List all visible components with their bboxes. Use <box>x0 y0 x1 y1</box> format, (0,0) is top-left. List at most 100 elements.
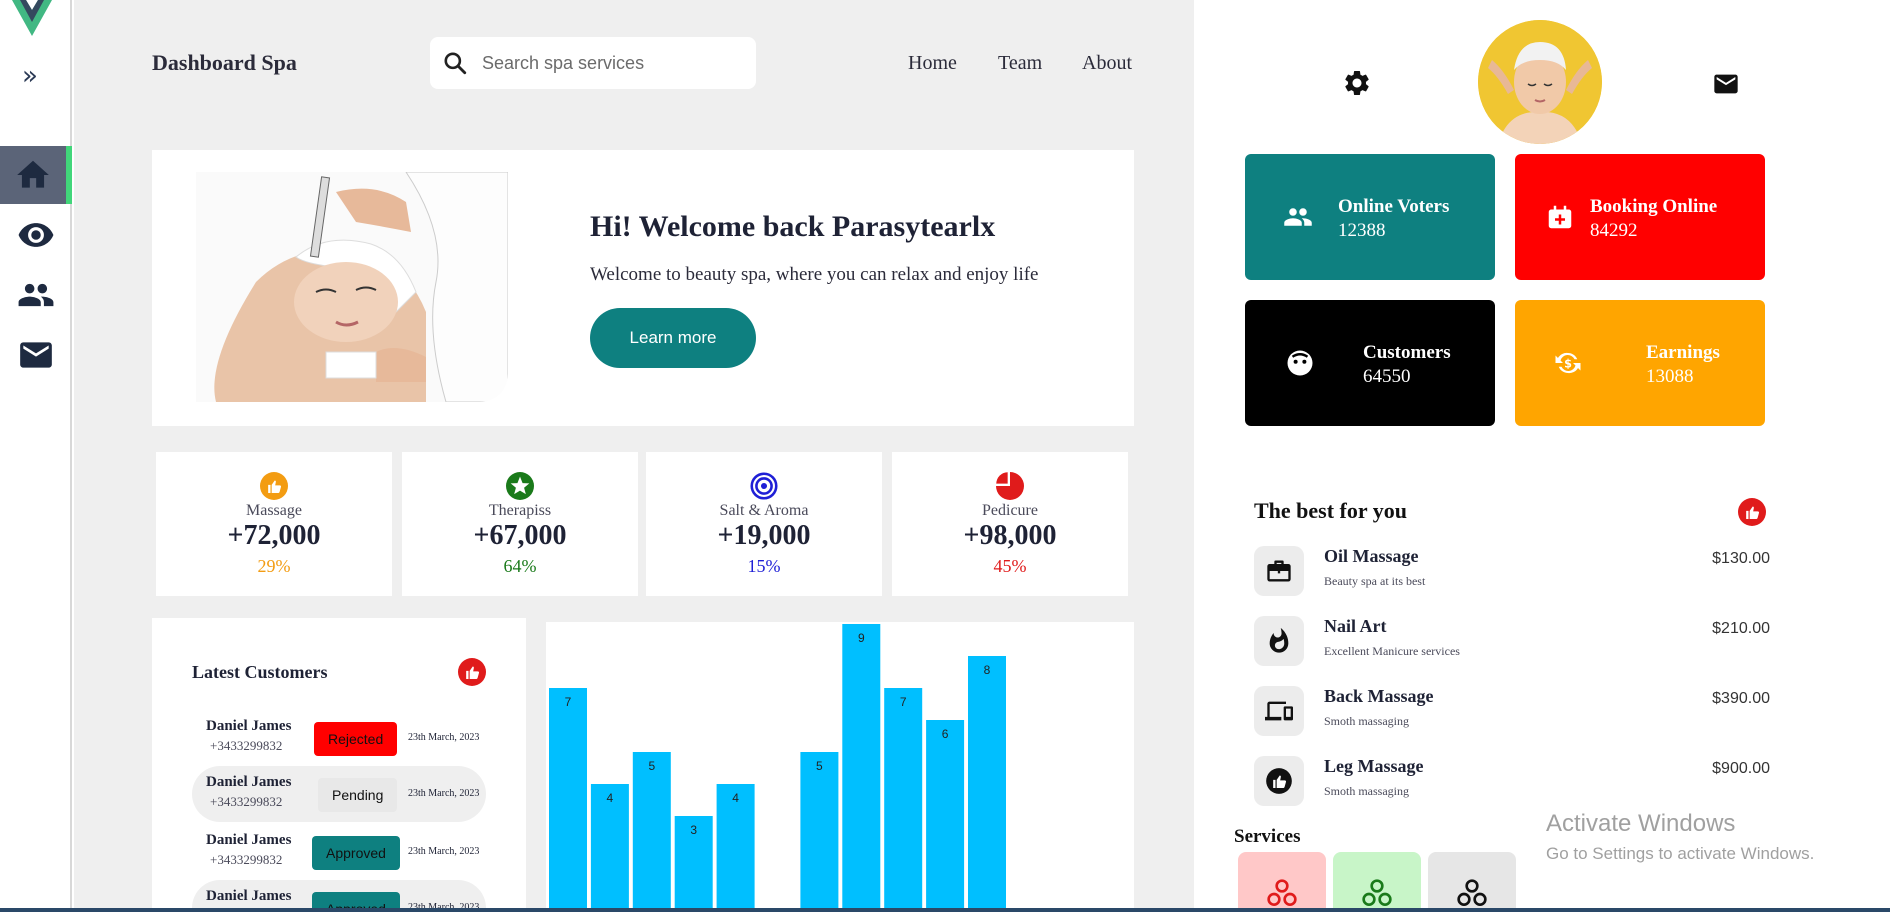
windows-activation-watermark: Activate Windows Go to Settings to activ… <box>1546 810 1814 864</box>
service-price: $900.00 <box>1712 760 1770 777</box>
card-value: 84292 <box>1590 220 1638 241</box>
service-item-nail-art[interactable]: Nail Art Excellent Manicure services $21… <box>1254 616 1770 670</box>
thumb-up-icon <box>1266 768 1292 794</box>
customer-row[interactable]: Daniel James +3433299832 Pending 23th Ma… <box>192 766 486 822</box>
card-online-voters[interactable]: Online Voters 12388 <box>1245 154 1495 280</box>
service-icon-box <box>1254 686 1304 736</box>
stat-percent: 45% <box>993 556 1027 576</box>
facial-treatment-image <box>196 172 508 402</box>
devices-icon <box>1265 701 1293 721</box>
chart-bar <box>884 688 923 912</box>
customer-row[interactable]: Daniel James +3433299832 Rejected 23th M… <box>192 710 486 766</box>
service-description: Beauty spa at its best <box>1324 574 1426 588</box>
nav-link-home[interactable]: Home <box>908 52 957 75</box>
face-icon <box>1287 350 1313 376</box>
service-price: $390.00 <box>1712 690 1770 707</box>
chart-data-label: 8 <box>984 663 991 677</box>
target-icon <box>750 472 778 500</box>
star-icon <box>506 472 534 500</box>
search-box[interactable] <box>430 37 756 89</box>
sidebar: » <box>0 0 72 912</box>
customer-name: Daniel James <box>206 718 292 734</box>
mail-icon <box>20 342 52 368</box>
status-badge: Pending <box>318 778 398 812</box>
service-tile-3[interactable] <box>1428 852 1516 912</box>
nav-link-team[interactable]: Team <box>998 52 1042 75</box>
sidebar-item-view[interactable] <box>0 206 72 264</box>
pie-icon <box>996 472 1024 500</box>
service-description: Smoth massaging <box>1324 714 1410 728</box>
service-price: $210.00 <box>1712 620 1770 637</box>
service-description: Smoth massaging <box>1324 784 1410 798</box>
chart-data-label: 4 <box>607 791 614 805</box>
thumb-up-icon <box>260 472 288 500</box>
bar-chart: 7 4 5 3 4 5 9 7 6 8 <box>546 622 1134 912</box>
taskbar-edge <box>0 908 1890 912</box>
sidebar-item-mail[interactable] <box>0 326 72 384</box>
recycle-icon <box>1457 879 1487 906</box>
nav-link-about[interactable]: About <box>1082 52 1132 75</box>
welcome-title: Hi! Welcome back Parasytearlx <box>590 210 996 243</box>
welcome-banner: Hi! Welcome back Parasytearlx Welcome to… <box>152 150 1134 426</box>
sidebar-item-team[interactable] <box>0 266 72 324</box>
vue-logo-icon <box>12 0 52 36</box>
customer-phone: +3433299832 <box>210 852 283 867</box>
card-title: Customers <box>1363 342 1451 363</box>
services-title: Services <box>1234 826 1301 847</box>
chart-data-label: 7 <box>900 695 907 709</box>
card-earnings[interactable]: $ Earnings 13088 <box>1515 300 1765 426</box>
chart-data-label: 5 <box>816 759 823 773</box>
card-booking-online[interactable]: Booking Online 84292 <box>1515 154 1765 280</box>
eye-icon <box>18 223 54 247</box>
customer-row[interactable]: Daniel James +3433299832 Approved 23th M… <box>192 824 486 880</box>
sidebar-item-home[interactable] <box>0 146 72 204</box>
status-badge: Approved <box>312 836 400 870</box>
card-title: Earnings <box>1646 342 1720 363</box>
thumb-up-icon <box>458 658 486 686</box>
thumb-up-icon <box>1738 498 1766 526</box>
service-item-back-massage[interactable]: Back Massage Smoth massaging $390.00 <box>1254 686 1770 740</box>
brand-title: Dashboard Spa <box>152 50 297 75</box>
customer-date: 23th March, 2023 <box>408 732 480 743</box>
expand-sidebar-icon[interactable]: » <box>22 62 38 90</box>
stat-value: +19,000 <box>717 520 811 551</box>
chart-bar <box>926 720 965 912</box>
gear-icon[interactable] <box>1342 68 1372 98</box>
stat-label: Massage <box>246 502 302 519</box>
card-value: 12388 <box>1338 220 1386 241</box>
briefcase-icon <box>1267 560 1291 582</box>
welcome-subtitle: Welcome to beauty spa, where you can rel… <box>590 264 1039 285</box>
fire-icon <box>1269 627 1289 653</box>
avatar[interactable] <box>1478 20 1602 144</box>
chart-data-label: 6 <box>942 727 949 741</box>
chart-bar <box>800 752 839 912</box>
main-content: Dashboard Spa Home Team About Hi! <box>74 0 1194 912</box>
service-item-leg-massage[interactable]: Leg Massage Smoth massaging $900.00 <box>1254 756 1770 810</box>
service-item-oil-massage[interactable]: Oil Massage Beauty spa at its best $130.… <box>1254 546 1770 600</box>
stat-percent: 15% <box>747 556 781 576</box>
medical-bag-icon <box>1548 205 1572 229</box>
mail-icon[interactable] <box>1712 70 1740 98</box>
search-input[interactable] <box>482 52 732 74</box>
learn-more-button[interactable]: Learn more <box>590 308 756 368</box>
card-customers[interactable]: Customers 64550 <box>1245 300 1495 426</box>
service-name: Leg Massage <box>1324 756 1424 776</box>
service-tile-1[interactable] <box>1238 852 1326 912</box>
stat-card-salt-aroma: Salt & Aroma +19,000 15% <box>646 452 882 596</box>
stat-label: Pedicure <box>982 502 1038 519</box>
latest-customers-panel: Latest Customers Daniel James +343329983… <box>152 618 526 912</box>
chart-data-label: 5 <box>648 759 655 773</box>
status-badge: Rejected <box>314 722 398 756</box>
chart-data-label: 4 <box>732 791 739 805</box>
service-icon-box <box>1254 756 1304 806</box>
service-name: Back Massage <box>1324 686 1434 706</box>
card-value: 13088 <box>1646 366 1694 387</box>
stat-value: +67,000 <box>473 520 567 551</box>
home-icon <box>17 160 49 188</box>
stat-label: Salt & Aroma <box>719 502 809 519</box>
chart-bar <box>632 752 671 912</box>
service-tile-2[interactable] <box>1333 852 1421 912</box>
customer-date: 23th March, 2023 <box>408 788 480 799</box>
customer-name: Daniel James <box>206 888 292 904</box>
refresh-dollar-icon: $ <box>1555 352 1581 374</box>
